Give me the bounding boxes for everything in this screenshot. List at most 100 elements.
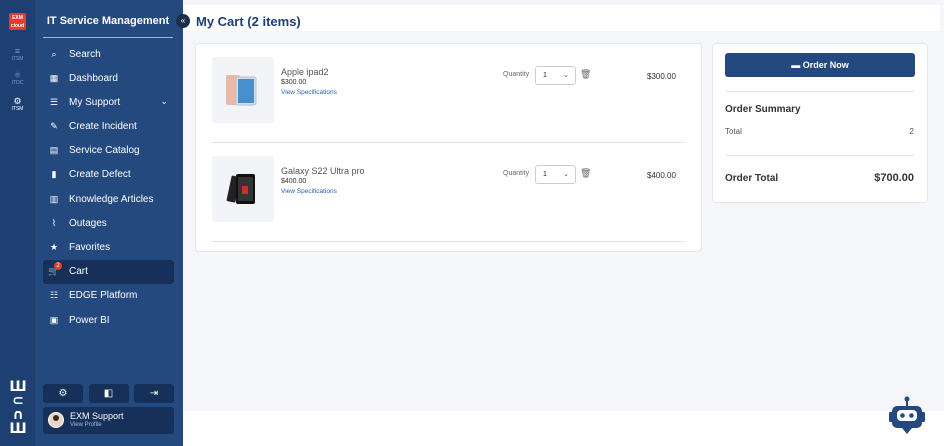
rail-item-itoc[interactable]: ⚛ ITOC bbox=[0, 70, 35, 86]
chevron-down-icon: ⌄ bbox=[563, 72, 569, 79]
gear-icon: ⚙ bbox=[13, 96, 22, 106]
product-price: $400.00 bbox=[281, 178, 307, 185]
sidebar-item-create-defect[interactable]: ▮ Create Defect bbox=[43, 163, 174, 187]
quantity-label: Quantity bbox=[503, 71, 530, 78]
star-icon: ★ bbox=[49, 242, 59, 252]
avatar bbox=[48, 412, 64, 428]
sidebar-item-label: Cart bbox=[69, 266, 88, 278]
order-now-button[interactable]: ▬ Order Now bbox=[725, 53, 915, 77]
sidebar-item-label: EDGE Platform bbox=[69, 290, 138, 302]
footer-area bbox=[183, 411, 944, 446]
card-icon: ▬ bbox=[791, 60, 803, 70]
sidebar-item-label: Search bbox=[69, 48, 101, 60]
sidebar-item-power-bi[interactable]: ▣ Power BI bbox=[43, 308, 174, 332]
rail-item-label: ITSM bbox=[11, 56, 24, 62]
trash-icon[interactable]: 🗑 bbox=[580, 69, 591, 80]
user-profile[interactable]: EXM Support View Profile bbox=[43, 407, 174, 434]
incident-icon: ✎ bbox=[50, 121, 58, 132]
quantity-value: 1 bbox=[543, 171, 547, 178]
order-summary-title: Order Summary bbox=[725, 104, 801, 115]
collapse-sidebar-icon[interactable]: « bbox=[176, 14, 190, 28]
sidebar-item-cart[interactable]: 🛒 2 Cart bbox=[43, 259, 174, 284]
quantity-label: Quantity bbox=[503, 170, 530, 177]
sidebar-item-label: Create Defect bbox=[69, 169, 131, 181]
sidebar-item-label: Power BI bbox=[69, 314, 110, 326]
outage-icon: ⌇ bbox=[51, 217, 57, 228]
page-header: My Cart (2 items) bbox=[183, 5, 940, 31]
settings-icon: ⚙ bbox=[58, 388, 68, 399]
divider bbox=[725, 155, 915, 156]
page-title: My Cart (2 items) bbox=[196, 14, 301, 29]
sidebar-footer-buttons: ⚙ ◧ ⇥ bbox=[43, 384, 174, 403]
line-total: $400.00 bbox=[647, 171, 676, 180]
defect-icon: ▮ bbox=[51, 169, 57, 180]
rail-item-itsm[interactable]: ≡ ITSM bbox=[0, 46, 35, 62]
trash-icon[interactable]: 🗑 bbox=[580, 168, 591, 179]
dashboard-icon: ▦ bbox=[49, 72, 59, 83]
database-icon: ☷ bbox=[49, 290, 59, 301]
theme-button[interactable]: ◧ bbox=[88, 384, 129, 403]
rail-item-label: ITSM bbox=[11, 106, 24, 112]
logout-button[interactable]: ⇥ bbox=[134, 384, 174, 403]
sidebar-item-service-catalog[interactable]: ▤ Service Catalog bbox=[43, 139, 174, 163]
order-total-value: $700.00 bbox=[874, 172, 914, 184]
sidebar-item-label: Service Catalog bbox=[69, 145, 140, 157]
sidebar-title: IT Service Management bbox=[43, 10, 173, 38]
quantity-select[interactable]: 1 ⌄ bbox=[535, 66, 576, 85]
sidebar: IT Service Management ⌕ Search ▦ Dashboa… bbox=[35, 0, 183, 446]
sidebar-item-dashboard[interactable]: ▦ Dashboard bbox=[43, 66, 174, 90]
sidebar-item-label: Create Incident bbox=[69, 121, 137, 133]
cart-item: Galaxy S22 Ultra pro $400.00 View Specif… bbox=[212, 143, 685, 242]
order-total-label: Order Total bbox=[725, 173, 779, 184]
quantity-select[interactable]: 1 ⌄ bbox=[535, 165, 576, 184]
profile-name: EXM Support bbox=[70, 411, 124, 421]
chevron-down-icon: ⌄ bbox=[563, 171, 569, 178]
sidebar-item-create-incident[interactable]: ✎ Create Incident bbox=[43, 115, 174, 139]
sidebar-item-search[interactable]: ⌕ Search bbox=[43, 42, 174, 66]
product-image-galaxy bbox=[212, 156, 274, 222]
view-specifications-link[interactable]: View Specifications bbox=[281, 188, 337, 195]
total-label: Total bbox=[725, 127, 742, 136]
sidebar-item-my-support[interactable]: ☰ My Support ⌄ bbox=[43, 90, 174, 114]
edge-brand-logo: Ш ⊂ ∩ Ш bbox=[9, 379, 27, 437]
settings-button[interactable]: ⚙ bbox=[43, 384, 83, 403]
product-image-ipad bbox=[212, 57, 274, 123]
chatbot-robot-icon[interactable] bbox=[889, 395, 925, 435]
sidebar-item-edge-platform[interactable]: ☷ EDGE Platform bbox=[43, 284, 174, 308]
sidebar-item-outages[interactable]: ⌇ Outages bbox=[43, 211, 174, 235]
sidebar-item-label: Favorites bbox=[69, 242, 111, 253]
divider bbox=[725, 91, 915, 92]
view-specifications-link[interactable]: View Specifications bbox=[281, 89, 337, 96]
product-price: $300.00 bbox=[281, 79, 307, 86]
order-summary-panel: ▬ Order Now Order Summary Total 2 Order … bbox=[712, 43, 928, 203]
support-icon: ☰ bbox=[49, 96, 59, 107]
sidebar-item-label: Dashboard bbox=[69, 72, 118, 84]
sidebar-nav: ⌕ Search ▦ Dashboard ☰ My Support ⌄ ✎ Cr… bbox=[43, 42, 174, 332]
order-now-label: Order Now bbox=[802, 60, 849, 70]
cart-item: Apple ipad2 $300.00 View Specifications … bbox=[212, 44, 685, 143]
atom-icon: ⚛ bbox=[13, 70, 22, 80]
product-name: Galaxy S22 Ultra pro bbox=[281, 166, 365, 176]
logout-icon: ⇥ bbox=[149, 388, 159, 399]
total-count: 2 bbox=[909, 127, 914, 136]
catalog-icon: ▤ bbox=[49, 145, 59, 156]
cart-count-badge: 2 bbox=[54, 261, 62, 270]
product-name: Apple ipad2 bbox=[281, 67, 329, 77]
sidebar-item-favorites[interactable]: ★ Favorites bbox=[43, 236, 174, 260]
line-total: $300.00 bbox=[647, 72, 676, 81]
book-icon: ▥ bbox=[49, 193, 59, 204]
exm-logo: EXM cloud bbox=[9, 13, 26, 30]
icon-rail: EXM cloud ≡ ITSM ⚛ ITOC ⚙ ITSM Ш ⊂ ∩ Ш bbox=[0, 0, 35, 446]
quantity-value: 1 bbox=[543, 72, 547, 79]
powerbi-icon: ▣ bbox=[49, 314, 59, 325]
sidebar-item-knowledge-articles[interactable]: ▥ Knowledge Articles bbox=[43, 187, 174, 211]
sidebar-item-label: Knowledge Articles bbox=[69, 193, 154, 205]
cart-items-panel: Apple ipad2 $300.00 View Specifications … bbox=[195, 43, 702, 252]
rail-item-itsm-active[interactable]: ⚙ ITSM bbox=[0, 96, 35, 112]
rail-item-label: ITOC bbox=[11, 80, 24, 86]
chevron-down-icon[interactable]: ⌄ bbox=[160, 96, 168, 107]
view-profile-link[interactable]: View Profile bbox=[70, 422, 102, 428]
menu-icon: ≡ bbox=[14, 46, 21, 56]
sidebar-item-label: My Support bbox=[69, 96, 121, 108]
sidebar-item-label: Outages bbox=[69, 217, 107, 229]
